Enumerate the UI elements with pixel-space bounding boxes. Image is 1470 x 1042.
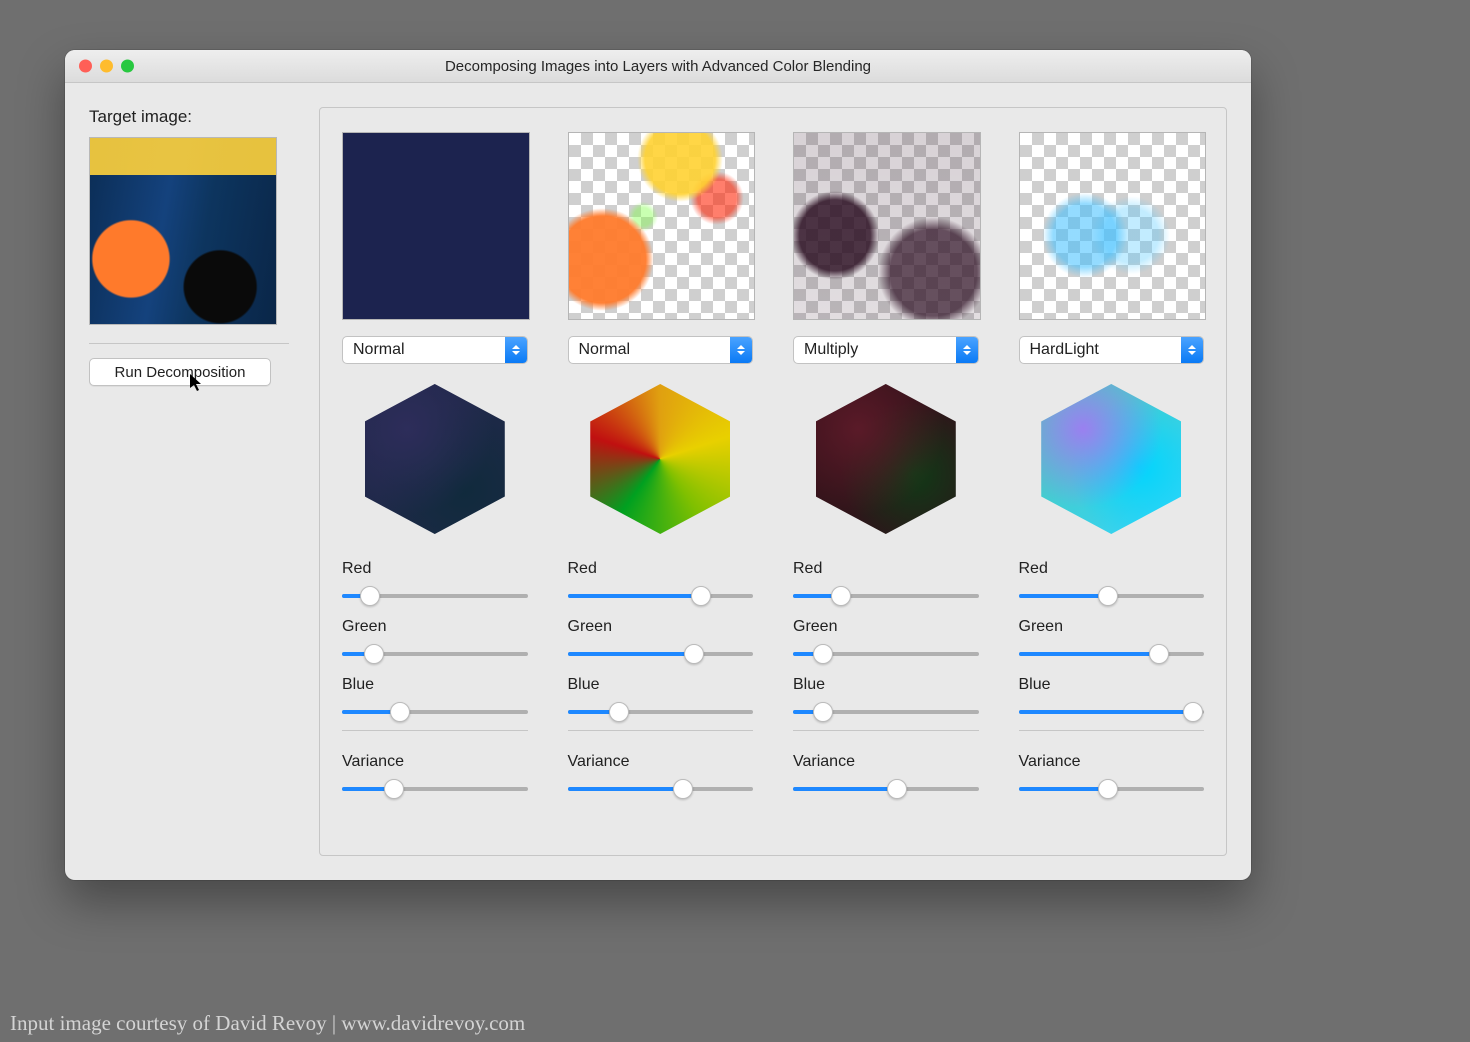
variance-slider-2[interactable] xyxy=(793,777,979,801)
variance-group-1: Variance xyxy=(568,743,754,807)
blendmode-select-1[interactable]: Normal xyxy=(568,336,754,364)
sidebar-divider xyxy=(89,343,289,344)
blue-label: Blue xyxy=(793,676,979,694)
red-slider-2[interactable] xyxy=(793,584,979,608)
traffic-lights xyxy=(65,60,134,73)
credit-line: Input image courtesy of David Revoy | ww… xyxy=(10,1011,525,1036)
blendmode-value-1: Normal xyxy=(569,337,731,363)
layer-column-3: HardLight Red Green Blue Variance xyxy=(1019,132,1205,829)
blendmode-select-2[interactable]: Multiply xyxy=(793,336,979,364)
blue-slider-2[interactable] xyxy=(793,700,979,724)
chevrons-icon xyxy=(956,337,978,363)
window-title: Decomposing Images into Layers with Adva… xyxy=(65,58,1251,75)
blendmode-select-0[interactable]: Normal xyxy=(342,336,528,364)
variance-group-2: Variance xyxy=(793,743,979,807)
green-slider-2[interactable] xyxy=(793,642,979,666)
red-slider-3[interactable] xyxy=(1019,584,1205,608)
variance-slider-1[interactable] xyxy=(568,777,754,801)
sidebar: Target image: Run Decomposition xyxy=(89,107,289,856)
color-gamut-2-wrap xyxy=(793,382,979,536)
red-label: Red xyxy=(342,560,528,578)
green-label: Green xyxy=(793,618,979,636)
variance-label: Variance xyxy=(342,753,528,771)
titlebar: Decomposing Images into Layers with Adva… xyxy=(65,50,1251,83)
run-decomposition-button[interactable]: Run Decomposition xyxy=(89,358,271,386)
variance-slider-0[interactable] xyxy=(342,777,528,801)
app-window: Decomposing Images into Layers with Adva… xyxy=(65,50,1251,880)
green-slider-3[interactable] xyxy=(1019,642,1205,666)
blue-label: Blue xyxy=(342,676,528,694)
color-gamut-3[interactable] xyxy=(1041,384,1181,534)
zoom-icon[interactable] xyxy=(121,60,134,73)
blue-slider-0[interactable] xyxy=(342,700,528,724)
rgb-sliders-2: Red Green Blue xyxy=(793,550,979,731)
target-image-label: Target image: xyxy=(89,107,289,127)
blue-slider-3[interactable] xyxy=(1019,700,1205,724)
rgb-sliders-0: Red Green Blue xyxy=(342,550,528,731)
red-slider-0[interactable] xyxy=(342,584,528,608)
green-slider-0[interactable] xyxy=(342,642,528,666)
red-label: Red xyxy=(568,560,754,578)
green-slider-1[interactable] xyxy=(568,642,754,666)
red-slider-1[interactable] xyxy=(568,584,754,608)
variance-slider-3[interactable] xyxy=(1019,777,1205,801)
variance-label: Variance xyxy=(793,753,979,771)
rgb-sliders-1: Red Green Blue xyxy=(568,550,754,731)
layers-panel: Normal Red Green Blue Variance xyxy=(319,107,1227,856)
red-label: Red xyxy=(793,560,979,578)
blendmode-value-2: Multiply xyxy=(794,337,956,363)
color-gamut-3-wrap xyxy=(1019,382,1205,536)
target-image-thumb[interactable] xyxy=(89,137,277,325)
green-label: Green xyxy=(1019,618,1205,636)
color-gamut-0[interactable] xyxy=(365,384,505,534)
window-body: Target image: Run Decomposition Normal R… xyxy=(65,83,1251,880)
chevrons-icon xyxy=(1181,337,1203,363)
blendmode-value-0: Normal xyxy=(343,337,505,363)
layer-preview-1[interactable] xyxy=(568,132,756,320)
layer-preview-2[interactable] xyxy=(793,132,981,320)
minimize-icon[interactable] xyxy=(100,60,113,73)
color-gamut-2[interactable] xyxy=(816,384,956,534)
blue-label: Blue xyxy=(1019,676,1205,694)
color-gamut-1[interactable] xyxy=(590,384,730,534)
close-icon[interactable] xyxy=(79,60,92,73)
color-gamut-0-wrap xyxy=(342,382,528,536)
layer-preview-3[interactable] xyxy=(1019,132,1207,320)
chevrons-icon xyxy=(730,337,752,363)
blendmode-select-3[interactable]: HardLight xyxy=(1019,336,1205,364)
variance-label: Variance xyxy=(1019,753,1205,771)
green-label: Green xyxy=(342,618,528,636)
variance-group-3: Variance xyxy=(1019,743,1205,807)
blue-slider-1[interactable] xyxy=(568,700,754,724)
layer-preview-0[interactable] xyxy=(342,132,530,320)
variance-group-0: Variance xyxy=(342,743,528,807)
layer-column-0: Normal Red Green Blue Variance xyxy=(342,132,528,829)
red-label: Red xyxy=(1019,560,1205,578)
green-label: Green xyxy=(568,618,754,636)
rgb-sliders-3: Red Green Blue xyxy=(1019,550,1205,731)
blendmode-value-3: HardLight xyxy=(1020,337,1182,363)
chevrons-icon xyxy=(505,337,527,363)
layer-column-1: Normal Red Green Blue Variance xyxy=(568,132,754,829)
layer-column-2: Multiply Red Green Blue Variance xyxy=(793,132,979,829)
variance-label: Variance xyxy=(568,753,754,771)
color-gamut-1-wrap xyxy=(568,382,754,536)
blue-label: Blue xyxy=(568,676,754,694)
